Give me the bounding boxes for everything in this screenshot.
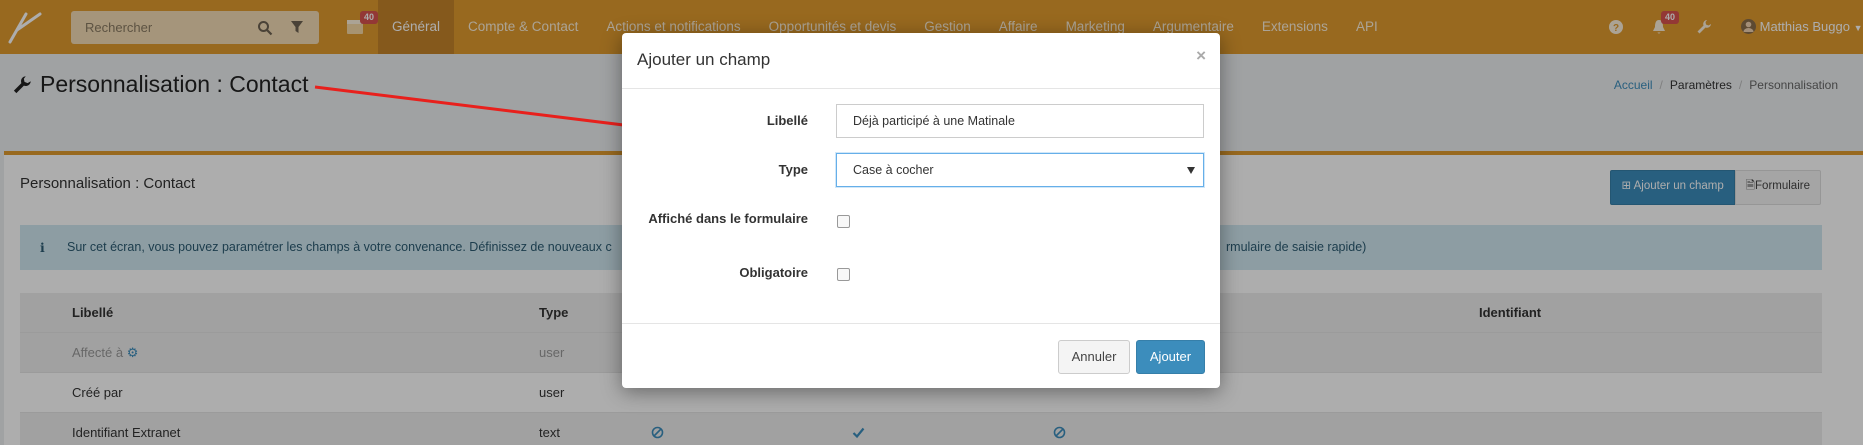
modal-footer: Annuler Ajouter bbox=[622, 323, 1220, 388]
type-label: Type bbox=[778, 162, 808, 177]
type-select-value: Case à cocher bbox=[853, 163, 934, 177]
required-label: Obligatoire bbox=[739, 265, 808, 280]
add-field-modal: Ajouter un champ × Libellé Déjà particip… bbox=[622, 33, 1220, 388]
form-display-checkbox[interactable] bbox=[837, 215, 850, 228]
libelle-input[interactable]: Déjà participé à une Matinale bbox=[836, 104, 1204, 138]
caret-down-icon bbox=[1187, 167, 1195, 174]
add-button[interactable]: Ajouter bbox=[1136, 340, 1205, 374]
required-checkbox[interactable] bbox=[837, 268, 850, 281]
libelle-label: Libellé bbox=[766, 113, 808, 128]
modal-title: Ajouter un champ bbox=[637, 50, 771, 69]
type-select[interactable]: Case à cocher bbox=[836, 153, 1204, 187]
modal-header: Ajouter un champ × bbox=[622, 33, 1220, 89]
cancel-button[interactable]: Annuler bbox=[1058, 340, 1130, 374]
close-icon[interactable]: × bbox=[1196, 46, 1206, 66]
form-display-label: Affiché dans le formulaire bbox=[648, 211, 808, 226]
